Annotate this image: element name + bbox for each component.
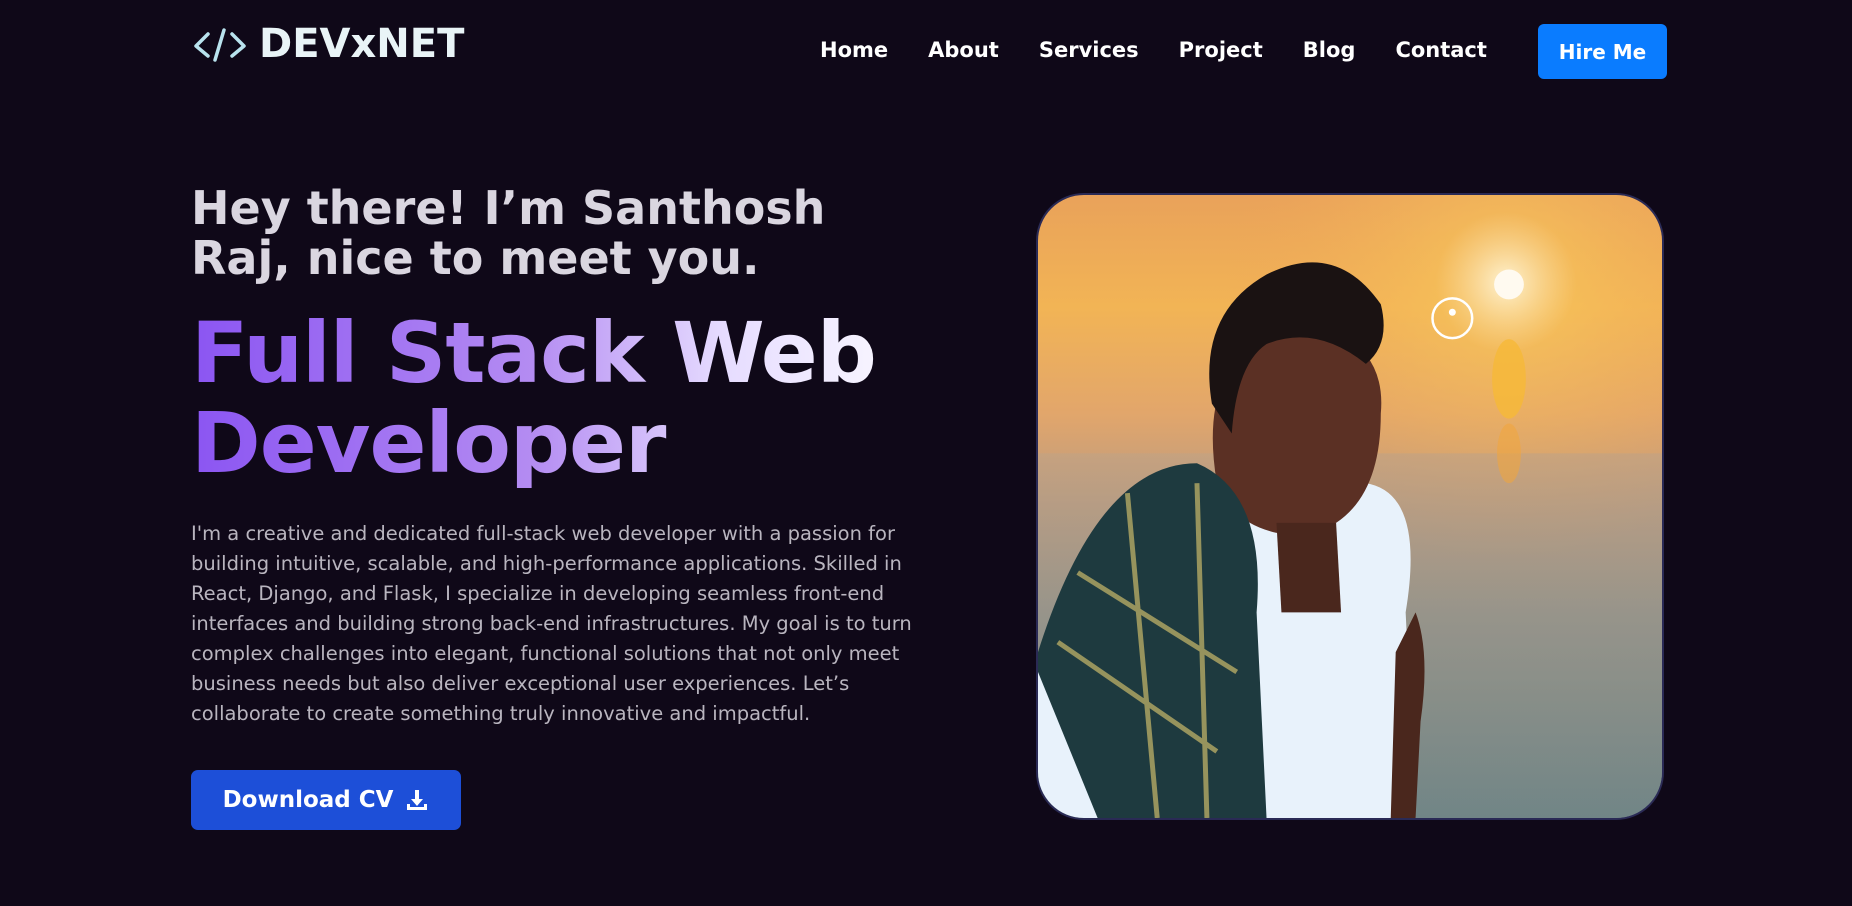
profile-photo [1036, 193, 1664, 820]
download-icon [407, 790, 428, 810]
role-line-1: Full Stack Web [191, 304, 876, 402]
nav-contact[interactable]: Contact [1395, 36, 1487, 64]
download-cv-button[interactable]: Download CV [191, 770, 461, 830]
logo[interactable]: DEVxNET [191, 22, 464, 66]
role-line-2: Developer [191, 394, 666, 492]
nav-home[interactable]: Home [820, 36, 888, 64]
hero-greeting: Hey there! I’m Santhosh Raj, nice to mee… [191, 181, 826, 285]
profile-photo-illustration [1038, 195, 1662, 818]
nav-project[interactable]: Project [1179, 36, 1263, 64]
nav-services[interactable]: Services [1039, 36, 1139, 64]
code-brackets-icon [194, 28, 246, 62]
download-cv-label: Download CV [222, 787, 394, 813]
main-nav: Home About Services Project Blog Contact [820, 36, 1487, 64]
hire-me-button[interactable]: Hire Me [1538, 24, 1667, 79]
nav-blog[interactable]: Blog [1303, 36, 1356, 64]
hero-bio: I'm a creative and dedicated full-stack … [191, 522, 912, 725]
site-header: DEVxNET Home About Services Project Blog… [0, 0, 1852, 100]
logo-text: DEVxNET [259, 21, 465, 67]
nav-about[interactable]: About [928, 36, 999, 64]
hero-role-title: Full Stack Web Developer [191, 308, 951, 488]
